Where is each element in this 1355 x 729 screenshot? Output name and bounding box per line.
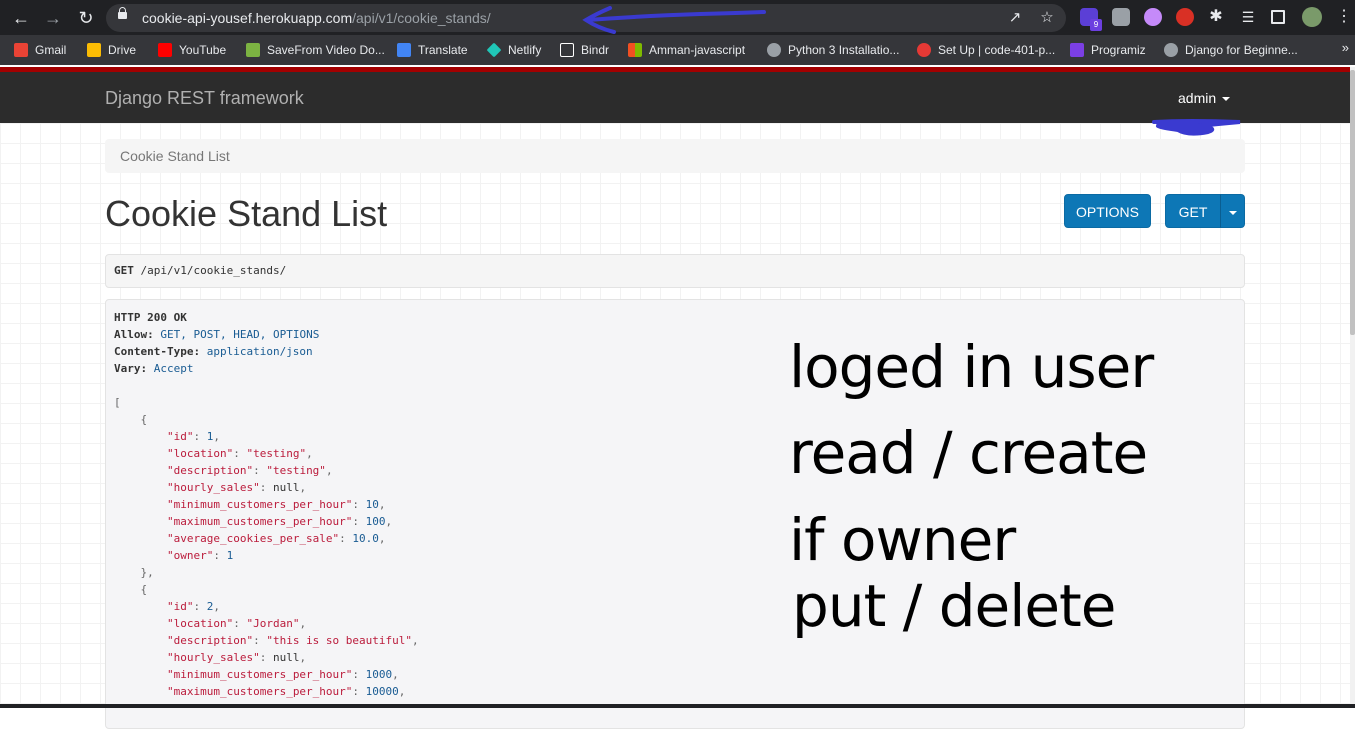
annotation-put-delete: put / delete <box>792 572 1116 640</box>
bookmark-netlify[interactable]: Netlify <box>486 41 541 59</box>
brand-link[interactable]: Django REST framework <box>105 88 304 109</box>
bookmarks-overflow-icon[interactable]: » <box>1342 40 1349 55</box>
globe-icon <box>1164 43 1178 57</box>
bookmark-bindr[interactable]: Bindr <box>560 41 609 59</box>
adblock-icon[interactable] <box>1176 8 1194 26</box>
reload-icon[interactable]: ↻ <box>73 5 99 31</box>
translate-icon <box>397 43 411 57</box>
bookmark-youtube[interactable]: YouTube <box>158 41 226 59</box>
bookmark-python-installation[interactable]: Python 3 Installatio... <box>767 41 899 59</box>
puzzle-icon[interactable]: ✱ <box>1207 8 1225 26</box>
underline-scribble <box>1152 119 1241 136</box>
arrow-scribble <box>582 6 766 34</box>
bookmark-set-up-code-401[interactable]: Set Up | code-401-p... <box>917 41 1055 59</box>
get-button[interactable]: GET <box>1165 194 1221 228</box>
annotation-logged-in-user: loged in user <box>789 333 1154 401</box>
get-format-dropdown[interactable] <box>1220 194 1245 228</box>
drive-icon <box>87 43 101 57</box>
bookmark-translate[interactable]: Translate <box>397 41 468 59</box>
bookmark-gmail[interactable]: Gmail <box>14 41 66 59</box>
programiz-icon <box>1070 43 1084 57</box>
breadcrumb-item-active: Cookie Stand List <box>120 148 230 164</box>
user-dropdown[interactable]: admin <box>1178 90 1231 106</box>
page-scrollbar-thumb[interactable] <box>1350 70 1355 335</box>
bookmark-savefrom[interactable]: SaveFrom Video Do... <box>246 41 385 59</box>
request-method: GET <box>114 264 134 277</box>
annotation-if-owner: if owner <box>789 506 1016 574</box>
microsoft-icon <box>628 43 642 57</box>
download-icon <box>246 43 260 57</box>
caret-down-icon <box>1222 97 1231 102</box>
options-button[interactable]: OPTIONS <box>1064 194 1151 228</box>
code-icon <box>917 43 931 57</box>
lock-icon[interactable] <box>118 7 127 19</box>
globe-icon <box>767 43 781 57</box>
request-info: GET /api/v1/cookie_stands/ <box>105 254 1245 288</box>
page-title: Cookie Stand List <box>105 193 388 234</box>
response-status: HTTP 200 OK <box>114 311 187 324</box>
page-content: Cookie Stand List Cookie Stand List OPTI… <box>0 123 1350 729</box>
window-bottom-edge <box>0 704 1355 708</box>
gmail-icon <box>14 43 28 57</box>
bookmark-amman-javascript[interactable]: Amman-javascript <box>628 41 745 59</box>
youtube-icon <box>158 43 172 57</box>
breadcrumb: Cookie Stand List <box>105 139 1245 173</box>
annotation-read-create: read / create <box>789 419 1148 487</box>
menu-kebab-icon[interactable]: ⋮ <box>1336 8 1352 26</box>
url-text[interactable]: cookie-api-yousef.herokuapp.com/api/v1/c… <box>142 10 491 26</box>
bookmark-programiz[interactable]: Programiz <box>1070 41 1146 59</box>
media-icon[interactable]: ☰ <box>1239 8 1257 26</box>
forward-icon[interactable]: → <box>40 5 66 31</box>
username: admin <box>1178 90 1217 106</box>
share-icon[interactable]: ↗ <box>1006 9 1024 27</box>
bookmark-star-icon[interactable]: ☆ <box>1038 9 1056 27</box>
bookmarks-bar: Gmail Drive YouTube SaveFrom Video Do...… <box>0 35 1355 65</box>
extension-badge: 9 <box>1090 19 1102 31</box>
bindr-icon <box>560 43 574 57</box>
side-panel-icon[interactable] <box>1271 10 1285 24</box>
bookmark-drive[interactable]: Drive <box>87 41 136 59</box>
bookmark-django-for-beginners[interactable]: Django for Beginne... <box>1164 41 1298 59</box>
camera-icon[interactable] <box>1112 8 1130 26</box>
caret-down-icon <box>1228 211 1237 216</box>
avatar[interactable] <box>1302 7 1322 27</box>
netlify-icon <box>486 42 502 58</box>
extension-purple-icon[interactable] <box>1144 8 1162 26</box>
request-path: /api/v1/cookie_stands/ <box>140 264 287 277</box>
back-icon[interactable]: ← <box>8 5 34 31</box>
